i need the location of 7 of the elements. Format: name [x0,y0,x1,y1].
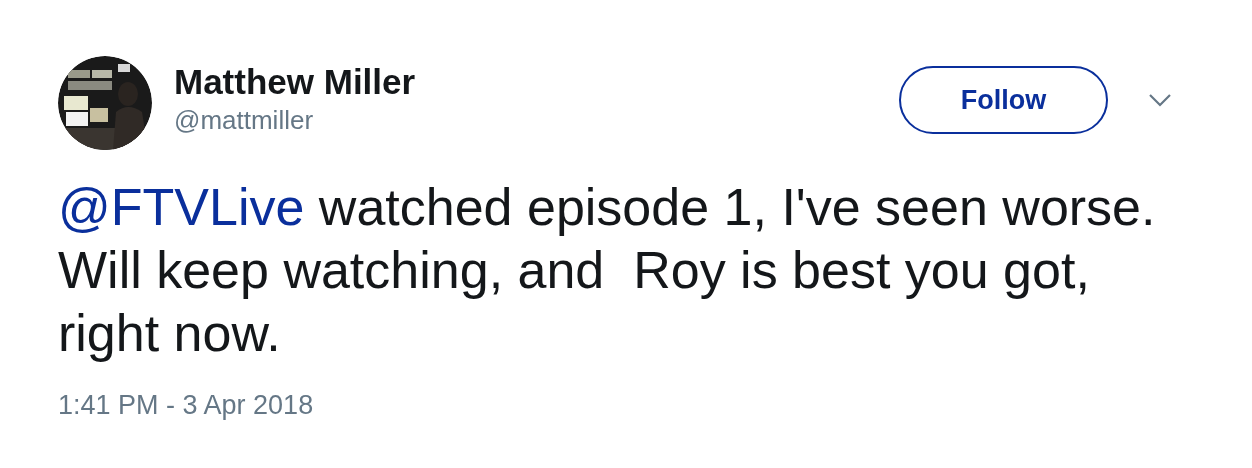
author-handle: @mattmiller [174,104,315,136]
mention-link[interactable]: @FTVLive [58,178,305,236]
author-name: Matthew Miller [174,62,416,102]
tweet-timestamp[interactable]: 1:41 PM - 3 Apr 2018 [58,385,1194,426]
chevron-down-icon[interactable] [1148,93,1172,107]
tweet-text: @FTVLive watched episode 1, I've seen worse. Will keep watching, and Roy is best you got, right now. [58,177,1157,364]
follow-button[interactable]: Follow [899,66,1108,134]
